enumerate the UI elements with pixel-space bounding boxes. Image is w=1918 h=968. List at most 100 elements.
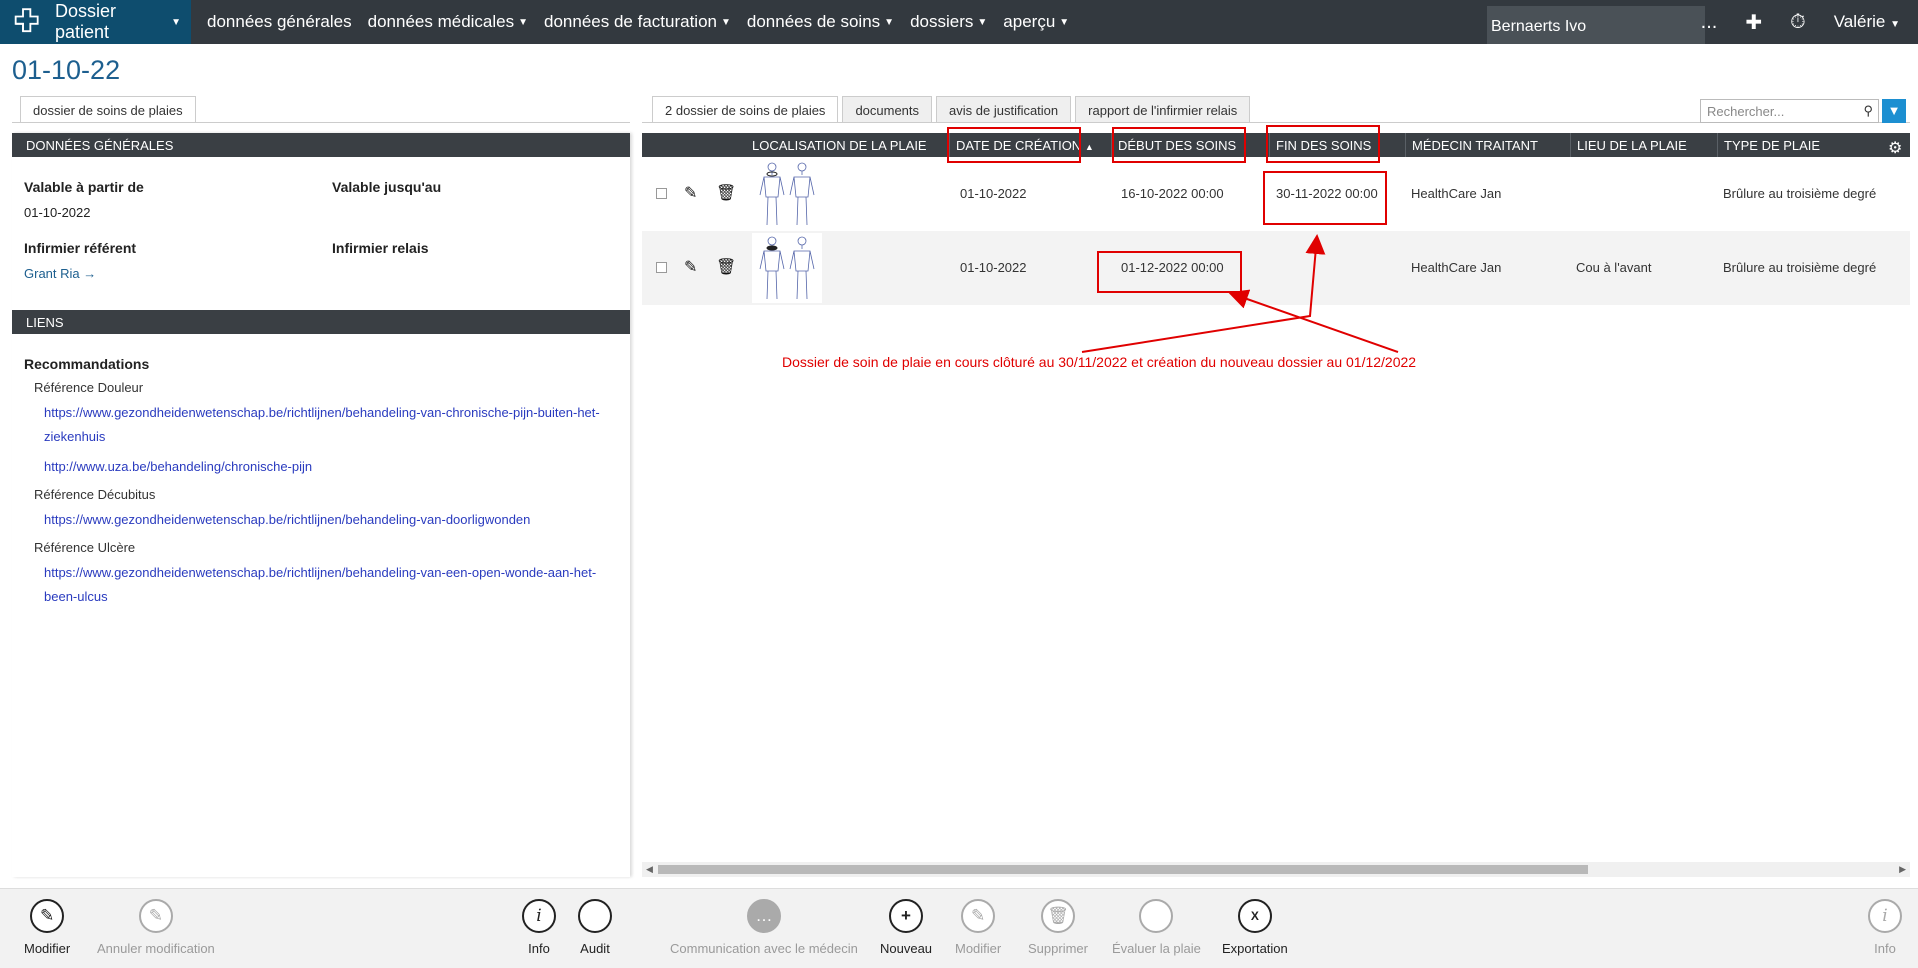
nav-donnees-medicales[interactable]: données médicales ▼ [368,12,528,32]
chevron-down-icon: ▼ [518,16,529,28]
filter-icon[interactable]: ▼ [1882,99,1906,123]
cancel-edit-icon: ✎ [138,899,173,933]
trash-icon[interactable]: 🗑 [716,183,736,203]
reference-link[interactable]: https://www.gezondheidenwetenschap.be/ri… [44,401,602,449]
top-navbar: Dossier patient ▼ données générales donn… [0,0,1918,44]
info-icon: i [522,899,556,933]
trash-icon: 🗑 [1040,899,1075,933]
evaluer-plaie-button[interactable]: Évaluer la plaie [1112,899,1201,956]
divider [12,122,630,123]
supprimer-button[interactable]: 🗑 Supprimer [1028,899,1088,956]
chevron-down-icon: ▼ [884,16,895,28]
modifier-record-button[interactable]: ✎ Modifier [955,899,1001,956]
valid-from-value: 01-10-2022 [24,205,91,220]
tab-documents[interactable]: documents [842,96,933,123]
pencil-icon[interactable]: ✎ [684,257,697,277]
chevron-down-icon: ▼ [720,16,731,28]
info-icon: i [1868,899,1902,933]
annotation-box [1263,171,1387,225]
excel-icon: X [1237,899,1272,933]
annotation-box [1097,251,1242,293]
right-tabs: 2 dossier de soins de plaies documents a… [652,96,1254,123]
info-right-button[interactable]: i Info [1868,899,1902,956]
reference-link[interactable]: https://www.gezondheidenwetenschap.be/ri… [44,508,602,532]
nouveau-button[interactable]: + Nouveau [880,899,932,956]
row-checkbox[interactable] [656,262,667,273]
stopwatch-icon[interactable]: ⏱ [1790,11,1806,34]
nav-donnees-facturation[interactable]: données de facturation ▼ [544,12,731,32]
app-logo-icon [14,8,39,33]
audit-icon [578,899,612,933]
valid-until-label: Valable jusqu'au [332,179,442,195]
chevron-down-icon: ▼ [171,16,181,28]
cell-type: Brûlure au troisième degré [1723,260,1877,275]
body-map-icon[interactable] [752,233,822,303]
user-menu[interactable]: Valérie ▼ [1834,12,1900,32]
pencil-icon: ✎ [30,899,65,933]
brand-label: Dossier patient [55,1,117,42]
row-checkbox[interactable] [656,188,667,199]
audit-button[interactable]: Audit [578,899,612,956]
referent-link[interactable]: Grant Ria → [24,266,96,281]
communication-medecin-button[interactable]: … Communication avec le médecin [670,899,858,956]
recommendations-title: Recommandations [24,356,150,372]
referent-label: Infirmier référent [24,240,137,256]
tab-dossier-soins-plaies[interactable]: dossier de soins de plaies [20,96,196,123]
modifier-button[interactable]: ✎ Modifier [24,899,70,956]
page-title: 01-10-22 [12,55,121,85]
nav-dossiers[interactable]: dossiers ▼ [910,12,987,32]
pencil-icon[interactable]: ✎ [684,183,697,203]
reference-link[interactable]: http://www.uza.be/behandeling/chronische… [44,455,602,479]
nav-donnees-generales[interactable]: données générales [207,12,352,32]
cell-type: Brûlure au troisième degré [1723,186,1877,201]
pencil-icon: ✎ [961,899,996,933]
links-list: Recommandations Référence Douleur https:… [12,334,602,615]
reference-title: Référence Douleur [34,380,144,395]
cell-medecin: HealthCare Jan [1411,260,1502,275]
exportation-button[interactable]: X Exportation [1222,899,1288,956]
horizontal-scrollbar[interactable]: ◀ ▶ [642,862,1910,877]
annuler-modification-button[interactable]: ✎ Annuler modification [97,899,215,956]
reference-link[interactable]: https://www.gezondheidenwetenschap.be/ri… [44,561,602,609]
info-button[interactable]: i Info [522,899,556,956]
nav-donnees-soins[interactable]: données de soins ▼ [747,12,894,32]
annotation-text: Dossier de soin de plaie en cours clôtur… [782,354,1417,370]
annotation-box [1112,127,1246,163]
section-header-links: LIENS [12,310,630,334]
cell-medecin: HealthCare Jan [1411,186,1502,201]
chevron-down-icon: ▼ [1059,16,1070,28]
annotation-box [947,127,1081,163]
left-tabs: dossier de soins de plaies [20,96,200,123]
nav-apercu[interactable]: aperçu ▼ [1003,12,1069,32]
col-lieu[interactable]: LIEU DE LA PLAIE [1570,133,1693,157]
sort-asc-icon: ▲ [1084,142,1094,152]
dossier-patient-menu[interactable]: Dossier patient ▼ [0,0,191,44]
tab-avis-justification[interactable]: avis de justification [936,96,1072,123]
tab-rapport-infirmier-relais[interactable]: rapport de l'infirmier relais [1075,96,1251,123]
tab-dossiers-soins[interactable]: 2 dossier de soins de plaies [652,96,839,123]
scrollbar-thumb[interactable] [658,865,1588,874]
more-menu-button[interactable]: ... [1701,11,1718,34]
patient-name-field[interactable]: Bernaerts Ivo [1487,6,1705,44]
evaluate-icon [1139,899,1174,933]
left-panel: DONNÉES GÉNÉRALES Valable à partir de 01… [12,133,630,877]
trash-icon[interactable]: 🗑 [716,257,736,277]
cell-date-creation: 01-10-2022 [960,186,1027,201]
plus-icon[interactable]: ✚ [1745,10,1762,35]
body-map-icon[interactable] [752,159,822,229]
gear-icon[interactable]: ⚙ [1882,133,1908,157]
reference-title: Référence Ulcère [34,540,136,555]
scroll-left-icon[interactable]: ◀ [646,864,653,875]
wound-care-grid: LOCALISATION DE LA PLAIE DATE DE CRÉATIO… [642,133,1910,877]
col-medecin[interactable]: MÉDECIN TRAITANT [1405,133,1544,157]
cell-lieu: Cou à l'avant [1576,260,1652,275]
table-row[interactable]: ✎ 🗑 01-10-2022 01-12-2022 00:00 HealthCa… [642,231,1910,305]
relay-label: Infirmier relais [332,240,429,256]
search-icon[interactable]: ⚲ [1863,103,1873,119]
col-type[interactable]: TYPE DE PLAIE [1717,133,1826,157]
reference-title: Référence Décubitus [34,487,156,502]
search-input[interactable]: Rechercher... ⚲ [1700,99,1879,123]
plus-icon: + [889,899,924,933]
scroll-right-icon[interactable]: ▶ [1899,864,1906,875]
col-localisation[interactable]: LOCALISATION DE LA PLAIE [746,133,933,157]
